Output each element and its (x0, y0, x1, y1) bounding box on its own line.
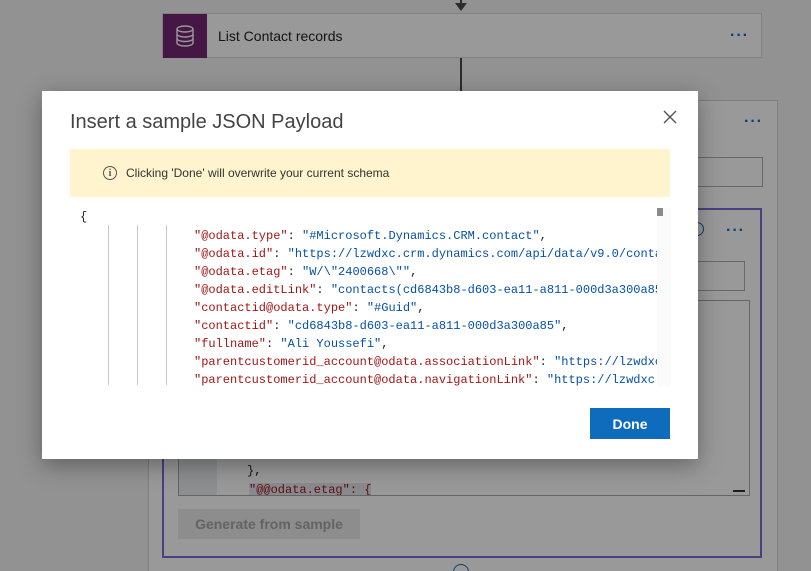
code-separator: : (539, 355, 555, 369)
code-line-end: , (381, 337, 389, 351)
code-value: "https://lzwdxc.crm.dynamics.com/api/dat… (287, 247, 670, 261)
code-key: "parentcustomerid_account@odata.navigati… (194, 373, 533, 386)
code-line-end: , (410, 265, 418, 279)
sample-payload-dialog: Insert a sample JSON Payload i Clicking … (42, 91, 698, 459)
close-icon (663, 110, 677, 124)
code-key: "@odata.id" (194, 247, 274, 261)
close-button[interactable] (661, 108, 679, 126)
code-separator: : (266, 337, 281, 351)
code-line: "parentcustomerid_account@odata.associat… (194, 355, 670, 369)
dialog-title: Insert a sample JSON Payload (70, 111, 344, 133)
code-key: "@odata.editLink" (194, 283, 317, 297)
code-value: "#Microsoft.Dynamics.CRM.contact" (302, 229, 540, 243)
code-separator: : (316, 283, 331, 297)
code-separator: : (273, 247, 288, 261)
warning-text: Clicking 'Done' will overwrite your curr… (126, 166, 390, 180)
code-line: "@odata.etag": "W/\"2400668\"", (194, 265, 417, 279)
code-line: "@odata.editLink": "contacts(cd6843b8-d6… (194, 283, 670, 297)
code-separator: : (532, 373, 547, 386)
code-line: "@odata.id": "https://lzwdxc.crm.dynamic… (194, 247, 670, 261)
code-value: "https://lzwdxc.c (554, 355, 670, 369)
code-line: "@odata.type": "#Microsoft.Dynamics.CRM.… (194, 229, 547, 243)
warning-bar: i Clicking 'Done' will overwrite your cu… (70, 149, 670, 197)
indent-guide (108, 225, 109, 385)
code-value: "#Guid" (366, 301, 418, 315)
code-separator: : (287, 229, 303, 243)
code-line: "contactid@odata.type": "#Guid", (194, 301, 424, 315)
code-line-end: , (539, 229, 547, 243)
done-button[interactable]: Done (590, 408, 670, 439)
indent-guide (166, 225, 167, 385)
code-key: "parentcustomerid_account@odata.associat… (194, 355, 540, 369)
json-payload-editor[interactable]: { "@odata.type": "#Microsoft.Dynamics.CR… (80, 208, 670, 386)
code-line: "fullname": "Ali Youssefi", (194, 337, 388, 351)
code-open-brace: { (80, 210, 88, 224)
indent-guide (137, 225, 138, 385)
code-line: "contactid": "cd6843b8-d603-ea11-a811-00… (194, 319, 568, 333)
editor-scrollbar[interactable] (657, 208, 671, 386)
code-separator: : (352, 301, 367, 315)
info-icon: i (103, 166, 117, 180)
code-value: "https://lzwdxc.cr (546, 373, 670, 386)
code-value: "cd6843b8-d603-ea11-a811-000d3a300a85" (287, 319, 562, 333)
code-value: "W/\"2400668\"" (302, 265, 411, 279)
code-separator: : (287, 265, 303, 279)
code-key: "fullname" (194, 337, 267, 351)
code-value: "Ali Youssefi" (280, 337, 382, 351)
code-line-end: , (417, 301, 425, 315)
code-key: "@odata.type" (194, 229, 288, 243)
code-key: "contactid" (194, 319, 274, 333)
code-line-end: , (561, 319, 569, 333)
code-key: "@odata.etag" (194, 265, 288, 279)
editor-scrollbar-thumb[interactable] (657, 208, 663, 216)
code-key: "contactid@odata.type" (194, 301, 353, 315)
code-separator: : (273, 319, 288, 333)
code-value: "contacts(cd6843b8-d603-ea11-a811-000d3a… (330, 283, 670, 297)
code-line: "parentcustomerid_account@odata.navigati… (194, 373, 670, 386)
